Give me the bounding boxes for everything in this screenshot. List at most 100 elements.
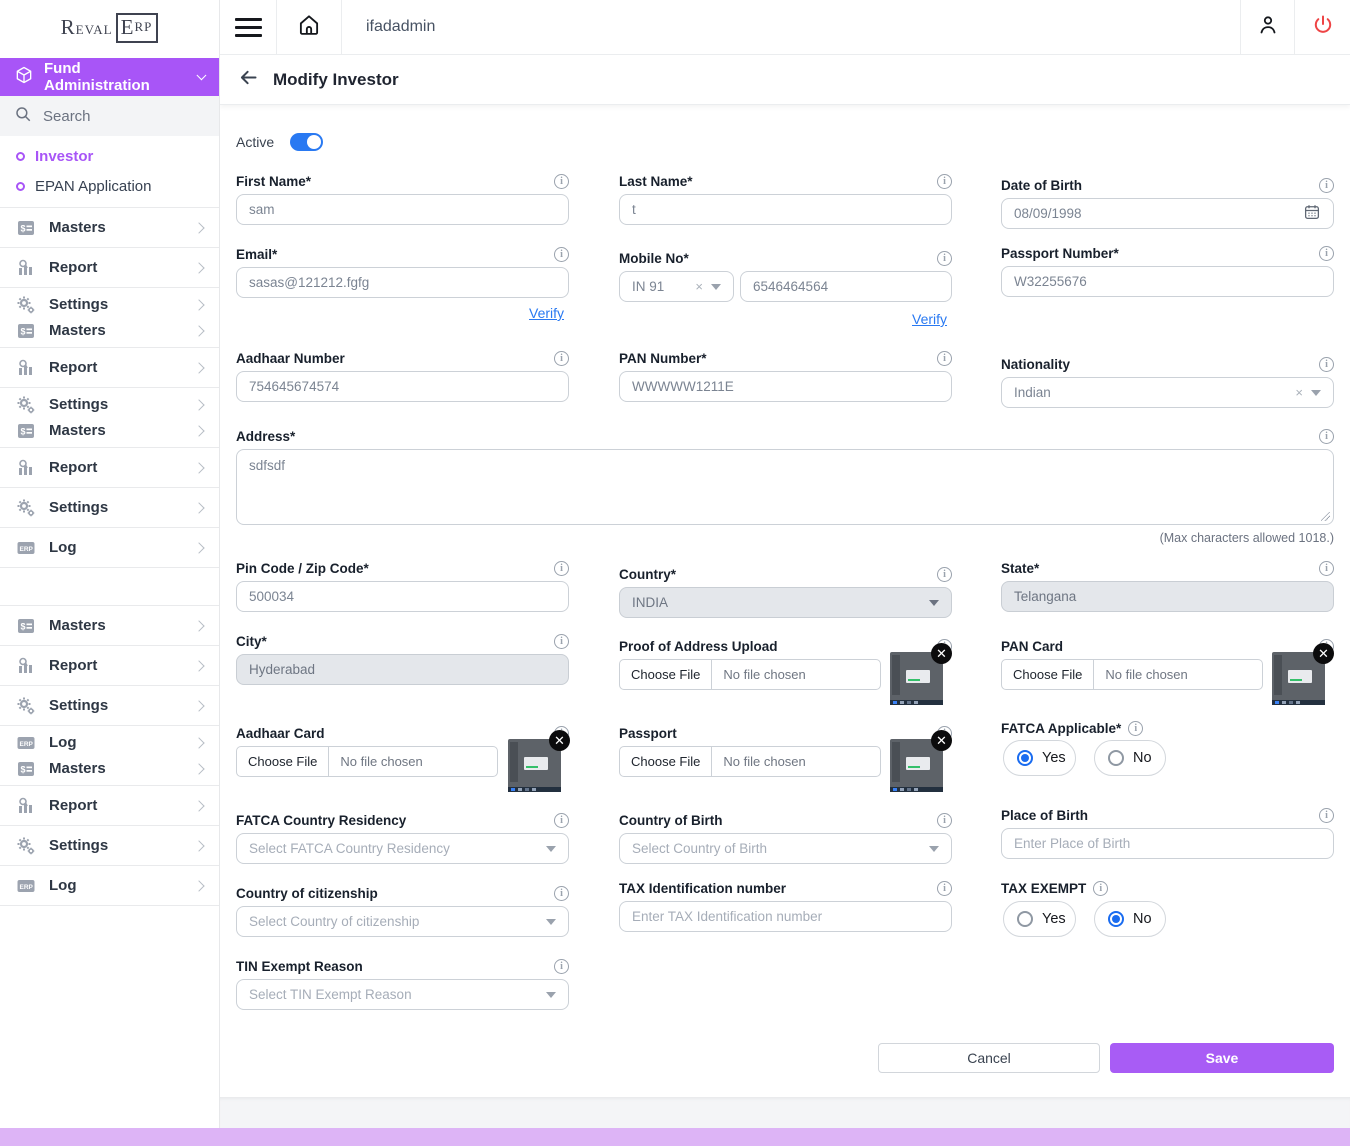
resize-handle[interactable] [1321,512,1330,521]
info-icon[interactable]: i [1128,721,1143,736]
country-of-birth-select[interactable]: Select Country of Birth [619,833,952,864]
back-button[interactable] [238,67,259,93]
sidebar-item-log[interactable]: ERPLog [0,730,219,756]
info-icon[interactable]: i [937,567,952,582]
passport-thumbnail[interactable]: ✕ [890,739,943,792]
info-icon[interactable]: i [1319,246,1334,261]
clear-icon[interactable]: × [1295,385,1303,400]
sidebar-item-report[interactable]: Report [0,455,219,481]
sidebar-item-masters[interactable]: $Masters [0,215,219,241]
info-icon[interactable]: i [937,174,952,189]
choose-file-button[interactable]: Choose File [620,660,712,689]
home-button[interactable] [277,0,342,54]
passport-file-input[interactable]: Choose File No file chosen [619,746,881,777]
sidebar-item-log[interactable]: ERPLog [0,535,219,561]
choose-file-button[interactable]: Choose File [237,747,329,776]
sidebar-item-settings[interactable]: Settings [0,833,219,859]
info-icon[interactable]: i [554,813,569,828]
info-icon[interactable]: i [554,634,569,649]
info-icon[interactable]: i [1093,881,1108,896]
sidebar-item-report[interactable]: Report [0,355,219,381]
remove-file-icon[interactable]: ✕ [1313,643,1334,664]
remove-file-icon[interactable]: ✕ [931,730,952,751]
tax-exempt-no-radio[interactable]: No [1094,901,1166,937]
info-icon[interactable]: i [554,247,569,262]
sidebar-item-investor[interactable]: Investor [0,141,219,171]
choose-file-button[interactable]: Choose File [1002,660,1094,689]
tax-id-input[interactable]: Enter TAX Identification number [619,901,952,932]
email-input[interactable]: sasas@121212.fgfg [236,267,569,298]
info-icon[interactable]: i [1319,429,1334,444]
remove-file-icon[interactable]: ✕ [549,730,570,751]
info-icon[interactable]: i [937,881,952,896]
info-icon[interactable]: i [937,351,952,366]
info-icon[interactable]: i [1319,808,1334,823]
choose-file-button[interactable]: Choose File [620,747,712,776]
sidebar-item-settings[interactable]: Settings [0,693,219,719]
sidebar-item-settings[interactable]: Settings [0,495,219,521]
sidebar-item-settings[interactable]: Settings [0,292,219,318]
last-name-input[interactable]: t [619,194,952,225]
citizenship-select[interactable]: Select Country of citizenship [236,906,569,937]
sidebar-item-report[interactable]: Report [0,653,219,679]
tin-exempt-select[interactable]: Select TIN Exempt Reason [236,979,569,1010]
info-icon[interactable]: i [554,174,569,189]
save-button[interactable]: Save [1110,1043,1334,1073]
module-selector[interactable]: Fund Administration [0,58,219,96]
sidebar-item-report[interactable]: Report [0,255,219,281]
sidebar-item-log[interactable]: ERPLog [0,873,219,899]
fatca-no-radio[interactable]: No [1094,740,1166,776]
info-icon[interactable]: i [554,959,569,974]
logout-button[interactable] [1295,0,1350,54]
sidebar-item-masters[interactable]: $Masters [0,318,219,344]
hamburger-menu-button[interactable] [220,0,277,54]
profile-button[interactable] [1240,0,1295,54]
address-textarea[interactable]: sdfsdf [236,449,1334,525]
info-icon[interactable]: i [1319,561,1334,576]
sidebar-item-masters[interactable]: $Masters [0,756,219,782]
email-verify-link[interactable]: Verify [529,305,564,321]
sidebar-item-label: Masters [49,422,182,439]
clear-icon[interactable]: × [695,279,703,294]
calendar-icon[interactable] [1303,203,1321,224]
cancel-button[interactable]: Cancel [878,1043,1100,1073]
pan-card-file-input[interactable]: Choose File No file chosen [1001,659,1263,690]
pan-card-thumbnail[interactable]: ✕ [1272,652,1325,705]
mobile-country-select[interactable]: IN 91× [619,271,734,302]
first-name-input[interactable]: sam [236,194,569,225]
sidebar-item-settings[interactable]: Settings [0,392,219,418]
nationality-select[interactable]: Indian× [1001,377,1334,408]
proof-of-address-thumbnail[interactable]: ✕ [890,652,943,705]
passport-number-input[interactable]: W32255676 [1001,266,1334,297]
aadhaar-card-label: Aadhaar Card [236,726,325,741]
aadhaar-number-input[interactable]: 754645674574 [236,371,569,402]
aadhaar-card-file-input[interactable]: Choose File No file chosen [236,746,498,777]
sidebar-item-masters[interactable]: $Masters [0,613,219,639]
pincode-input[interactable]: 500034 [236,581,569,612]
date-of-birth-input[interactable]: 08/09/1998 [1001,198,1334,229]
mobile-verify-link[interactable]: Verify [912,311,947,327]
sidebar-item-report[interactable]: Report [0,793,219,819]
pan-number-input[interactable]: WWWWW1211E [619,371,952,402]
place-of-birth-input[interactable]: Enter Place of Birth [1001,828,1334,859]
fatca-country-select[interactable]: Select FATCA Country Residency [236,833,569,864]
info-icon[interactable]: i [1319,178,1334,193]
mobile-number-input[interactable]: 6546464564 [740,271,952,302]
sidebar-item-masters[interactable]: $Masters [0,418,219,444]
sidebar-search[interactable]: Search [0,96,219,136]
sidebar-item-epan-application[interactable]: EPAN Application [0,171,219,201]
power-icon [1311,13,1335,42]
info-icon[interactable]: i [1319,357,1334,372]
info-icon[interactable]: i [554,351,569,366]
fatca-yes-radio[interactable]: Yes [1003,740,1076,776]
info-icon[interactable]: i [554,561,569,576]
remove-file-icon[interactable]: ✕ [931,643,952,664]
info-icon[interactable]: i [937,813,952,828]
aadhaar-card-thumbnail[interactable]: ✕ [508,739,561,792]
proof-of-address-file-input[interactable]: Choose File No file chosen [619,659,881,690]
active-toggle[interactable] [290,133,323,151]
tax-exempt-yes-radio[interactable]: Yes [1003,901,1076,937]
logo-area[interactable]: REVALERP [0,0,219,55]
radio-icon [1017,911,1033,927]
info-icon[interactable]: i [554,886,569,901]
